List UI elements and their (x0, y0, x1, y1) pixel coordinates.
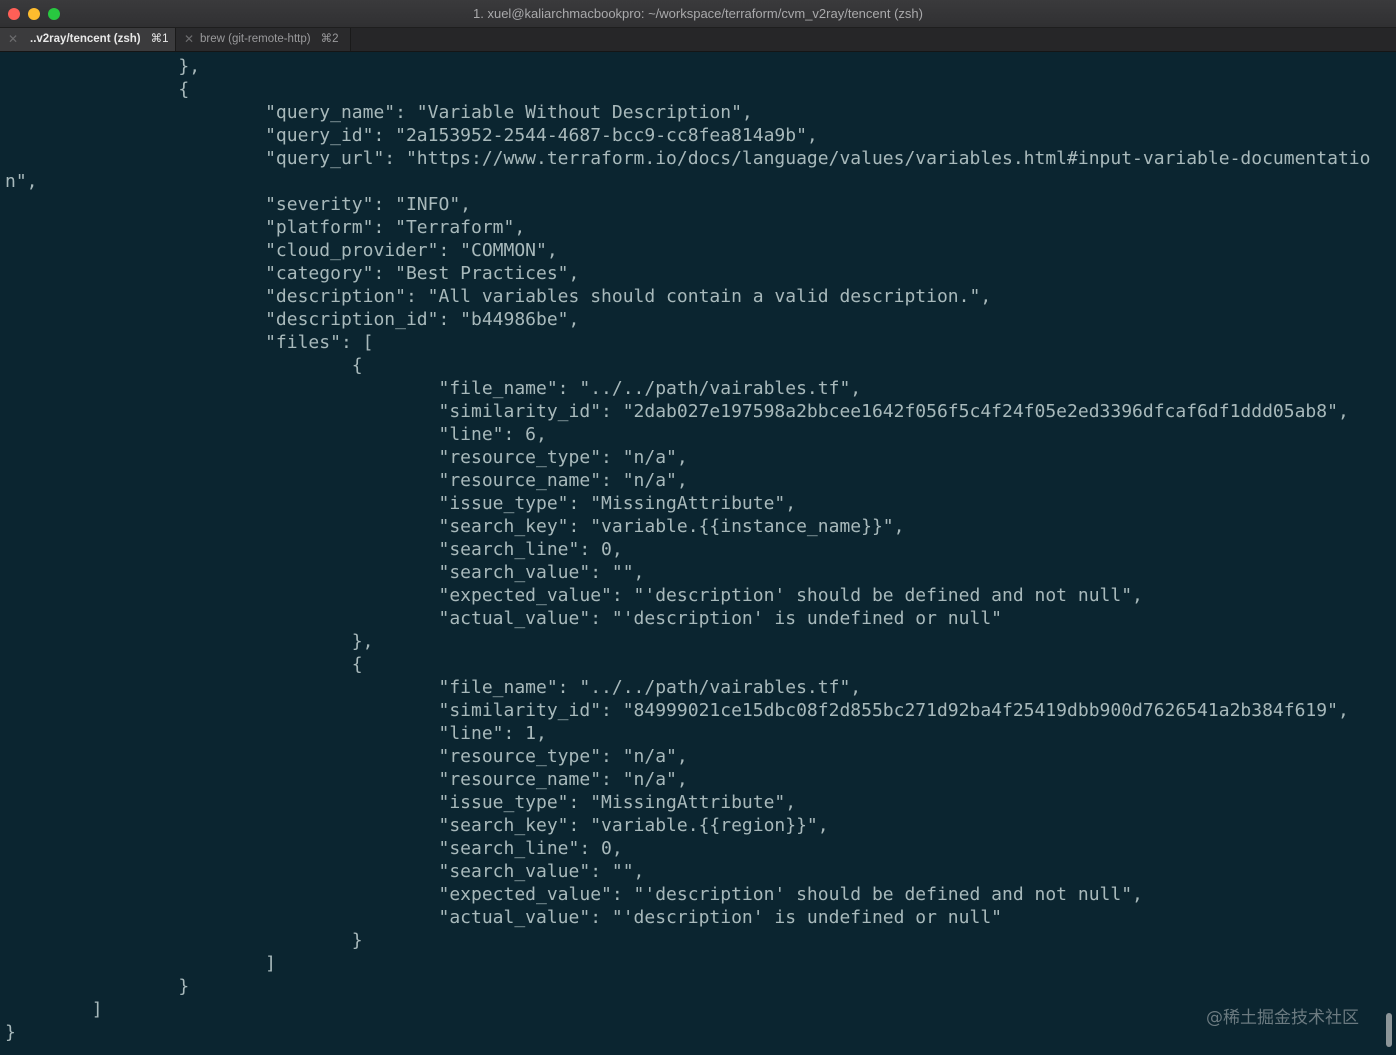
terminal-output[interactable]: }, { "query_name": "Variable Without Des… (0, 52, 1396, 1055)
terminal-line: "resource_type": "n/a", (5, 447, 688, 468)
terminal-line: "cloud_provider": "COMMON", (5, 240, 558, 261)
terminal-line: "file_name": "../../path/vairables.tf", (5, 378, 862, 399)
terminal-line: { (5, 654, 363, 675)
terminal-line: n", (5, 171, 38, 192)
terminal-line: "description": "All variables should con… (5, 286, 992, 307)
terminal-line: "resource_type": "n/a", (5, 746, 688, 767)
terminal-line: } (5, 976, 190, 997)
terminal-line: "actual_value": "'description' is undefi… (5, 608, 1002, 629)
terminal-line: "platform": "Terraform", (5, 217, 526, 238)
terminal-line: "line": 6, (5, 424, 547, 445)
tab-brew[interactable]: ✕ brew (git-remote-http) ⌘2 (176, 28, 351, 51)
scrollbar[interactable] (1386, 1013, 1392, 1047)
tab-shortcut: ⌘1 (150, 33, 169, 45)
tab-label: ..v2ray/tencent (zsh) (30, 33, 141, 45)
terminal-line: ] (5, 953, 276, 974)
terminal-line: "search_line": 0, (5, 539, 623, 560)
terminal-line: "similarity_id": "2dab027e197598a2bbcee1… (5, 401, 1349, 422)
terminal-line: "issue_type": "MissingAttribute", (5, 792, 797, 813)
title-bar: 1. xuel@kaliarchmacbookpro: ~/workspace/… (0, 0, 1396, 28)
close-tab-icon[interactable]: ✕ (184, 28, 194, 51)
terminal-line: "query_name": "Variable Without Descript… (5, 102, 753, 123)
terminal-line: "category": "Best Practices", (5, 263, 580, 284)
terminal-line: "expected_value": "'description' should … (5, 884, 1143, 905)
terminal-line: { (5, 355, 363, 376)
terminal-line: "line": 1, (5, 723, 547, 744)
terminal-window: 1. xuel@kaliarchmacbookpro: ~/workspace/… (0, 0, 1396, 1055)
terminal-line: ] (5, 999, 103, 1020)
tab-zsh[interactable]: ✕ ..v2ray/tencent (zsh) ⌘1 (0, 28, 176, 51)
terminal-line: "files": [ (5, 332, 374, 353)
terminal-line: "issue_type": "MissingAttribute", (5, 493, 797, 514)
terminal-line: } (5, 930, 363, 951)
tab-label: brew (git-remote-http) (200, 33, 311, 45)
terminal-line: }, (5, 56, 201, 77)
terminal-line: "query_id": "2a153952-2544-4687-bcc9-cc8… (5, 125, 818, 146)
terminal-line: "similarity_id": "84999021ce15dbc08f2d85… (5, 700, 1349, 721)
close-tab-icon[interactable]: ✕ (8, 28, 18, 51)
terminal-line: "search_value": "", (5, 562, 645, 583)
terminal-line: "resource_name": "n/a", (5, 769, 688, 790)
terminal-line: "actual_value": "'description' is undefi… (5, 907, 1002, 928)
terminal-line: "search_value": "", (5, 861, 645, 882)
tab-bar: ✕ ..v2ray/tencent (zsh) ⌘1 ✕ brew (git-re… (0, 28, 1396, 52)
terminal-line: "description_id": "b44986be", (5, 309, 580, 330)
window-title: 1. xuel@kaliarchmacbookpro: ~/workspace/… (473, 6, 923, 21)
terminal-line: "search_line": 0, (5, 838, 623, 859)
terminal-line: "query_url": "https://www.terraform.io/d… (5, 148, 1371, 169)
terminal-line: { (5, 79, 190, 100)
terminal-line: "file_name": "../../path/vairables.tf", (5, 677, 862, 698)
terminal-line: "search_key": "variable.{{region}}", (5, 815, 829, 836)
terminal-line: "resource_name": "n/a", (5, 470, 688, 491)
tab-shortcut: ⌘2 (320, 33, 339, 45)
terminal-line: "search_key": "variable.{{instance_name}… (5, 516, 905, 537)
terminal-line: "expected_value": "'description' should … (5, 585, 1143, 606)
terminal-line: "severity": "INFO", (5, 194, 471, 215)
watermark: @稀土掘金技术社区 (1206, 1008, 1359, 1028)
terminal-line: } (5, 1022, 16, 1043)
terminal-line: }, (5, 631, 374, 652)
